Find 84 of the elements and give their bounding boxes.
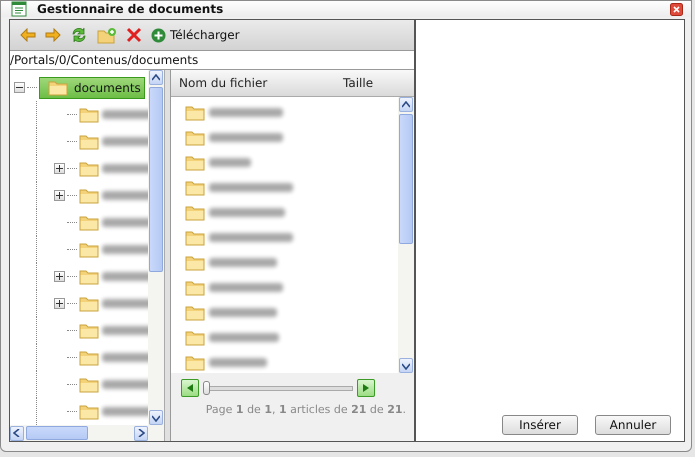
blurred-text [209,333,279,342]
scrollbar[interactable] [10,425,164,441]
folder-icon [79,376,99,392]
blurred-text [102,326,148,335]
blurred-text [102,137,148,146]
folder-icon [79,268,99,284]
blurred-text [102,110,148,119]
folder-icon [185,330,205,346]
folder-icon [185,130,205,146]
blurred-text [209,308,277,317]
folder-icon [79,134,99,150]
folder-icon [79,350,99,366]
expand-toggle[interactable] [54,163,65,174]
new-folder-icon[interactable] [97,26,117,44]
collapse-toggle[interactable] [14,82,25,93]
folder-icon [185,204,205,220]
folder-icon [185,230,205,246]
expand-toggle[interactable] [54,298,65,309]
folder-icon [185,280,205,296]
blurred-text [209,258,277,267]
window-title: Gestionnaire de documents [37,2,224,16]
blurred-text [102,380,148,389]
scrollbar[interactable] [398,97,414,373]
minus-icon [16,84,23,91]
column-header[interactable]: Taille [335,76,413,90]
blurred-text [102,164,148,173]
next-button[interactable] [357,379,375,397]
blurred-text [102,191,148,200]
chevron-down-icon [402,362,410,370]
folder-icon [185,154,205,170]
left-triangle-icon [187,384,193,392]
folder-icon [79,296,99,312]
splitter[interactable] [165,70,171,441]
folder-icon [185,104,205,120]
blurred-text [102,407,148,416]
chevron-up-icon [402,100,410,108]
folder-icon [185,254,205,270]
plus-icon [151,28,166,42]
expand-toggle[interactable] [54,190,65,201]
tree-node[interactable]: documents [39,76,145,98]
plus-icon [56,300,63,307]
folder-icon [79,242,99,258]
expand-toggle[interactable] [54,271,65,282]
document-icon [11,1,27,17]
node-label: documents [74,80,141,94]
refresh-icon[interactable] [70,26,88,44]
blurred-text [102,353,148,362]
insert-button[interactable]: Insérer [502,415,578,435]
back-arrow-icon[interactable] [20,28,36,42]
chevron-up-icon [152,74,160,82]
upload-button[interactable]: Télécharger [151,28,240,42]
chevron-left-icon [13,429,21,437]
blurred-text [102,218,148,227]
cancel-button[interactable]: Annuler [595,415,671,435]
folder-icon [79,322,99,338]
folder-icon [185,354,205,370]
slider-thumb[interactable] [203,381,210,395]
blurred-text [102,299,148,308]
folder-icon [79,214,99,230]
folder-icon [79,188,99,204]
blurred-text [102,245,148,254]
plus-icon [56,273,63,280]
folder-icon [185,180,205,196]
right-triangle-icon [363,384,369,392]
folder-icon [79,106,99,122]
plus-icon [56,165,63,172]
close-icon[interactable] [670,2,683,16]
delete-icon[interactable] [126,27,142,43]
folder-icon [79,404,99,420]
folder-icon [79,160,99,176]
forward-arrow-icon[interactable] [45,28,61,42]
previous-button[interactable] [181,379,199,397]
blurred-text [102,272,148,281]
folder-icon [185,304,205,320]
chevron-right-icon [137,429,145,437]
column-header[interactable]: Nom du fichier [171,76,335,90]
blurred-text [209,158,251,167]
scrollbar[interactable] [148,70,164,425]
chevron-down-icon [152,414,160,422]
folder-icon [48,80,68,96]
pager-text: Page 1 de 1, 1 articles de 21 de 21. [204,403,406,416]
plus-icon [56,192,63,199]
page-slider[interactable] [203,381,353,395]
blurred-text [209,358,267,367]
